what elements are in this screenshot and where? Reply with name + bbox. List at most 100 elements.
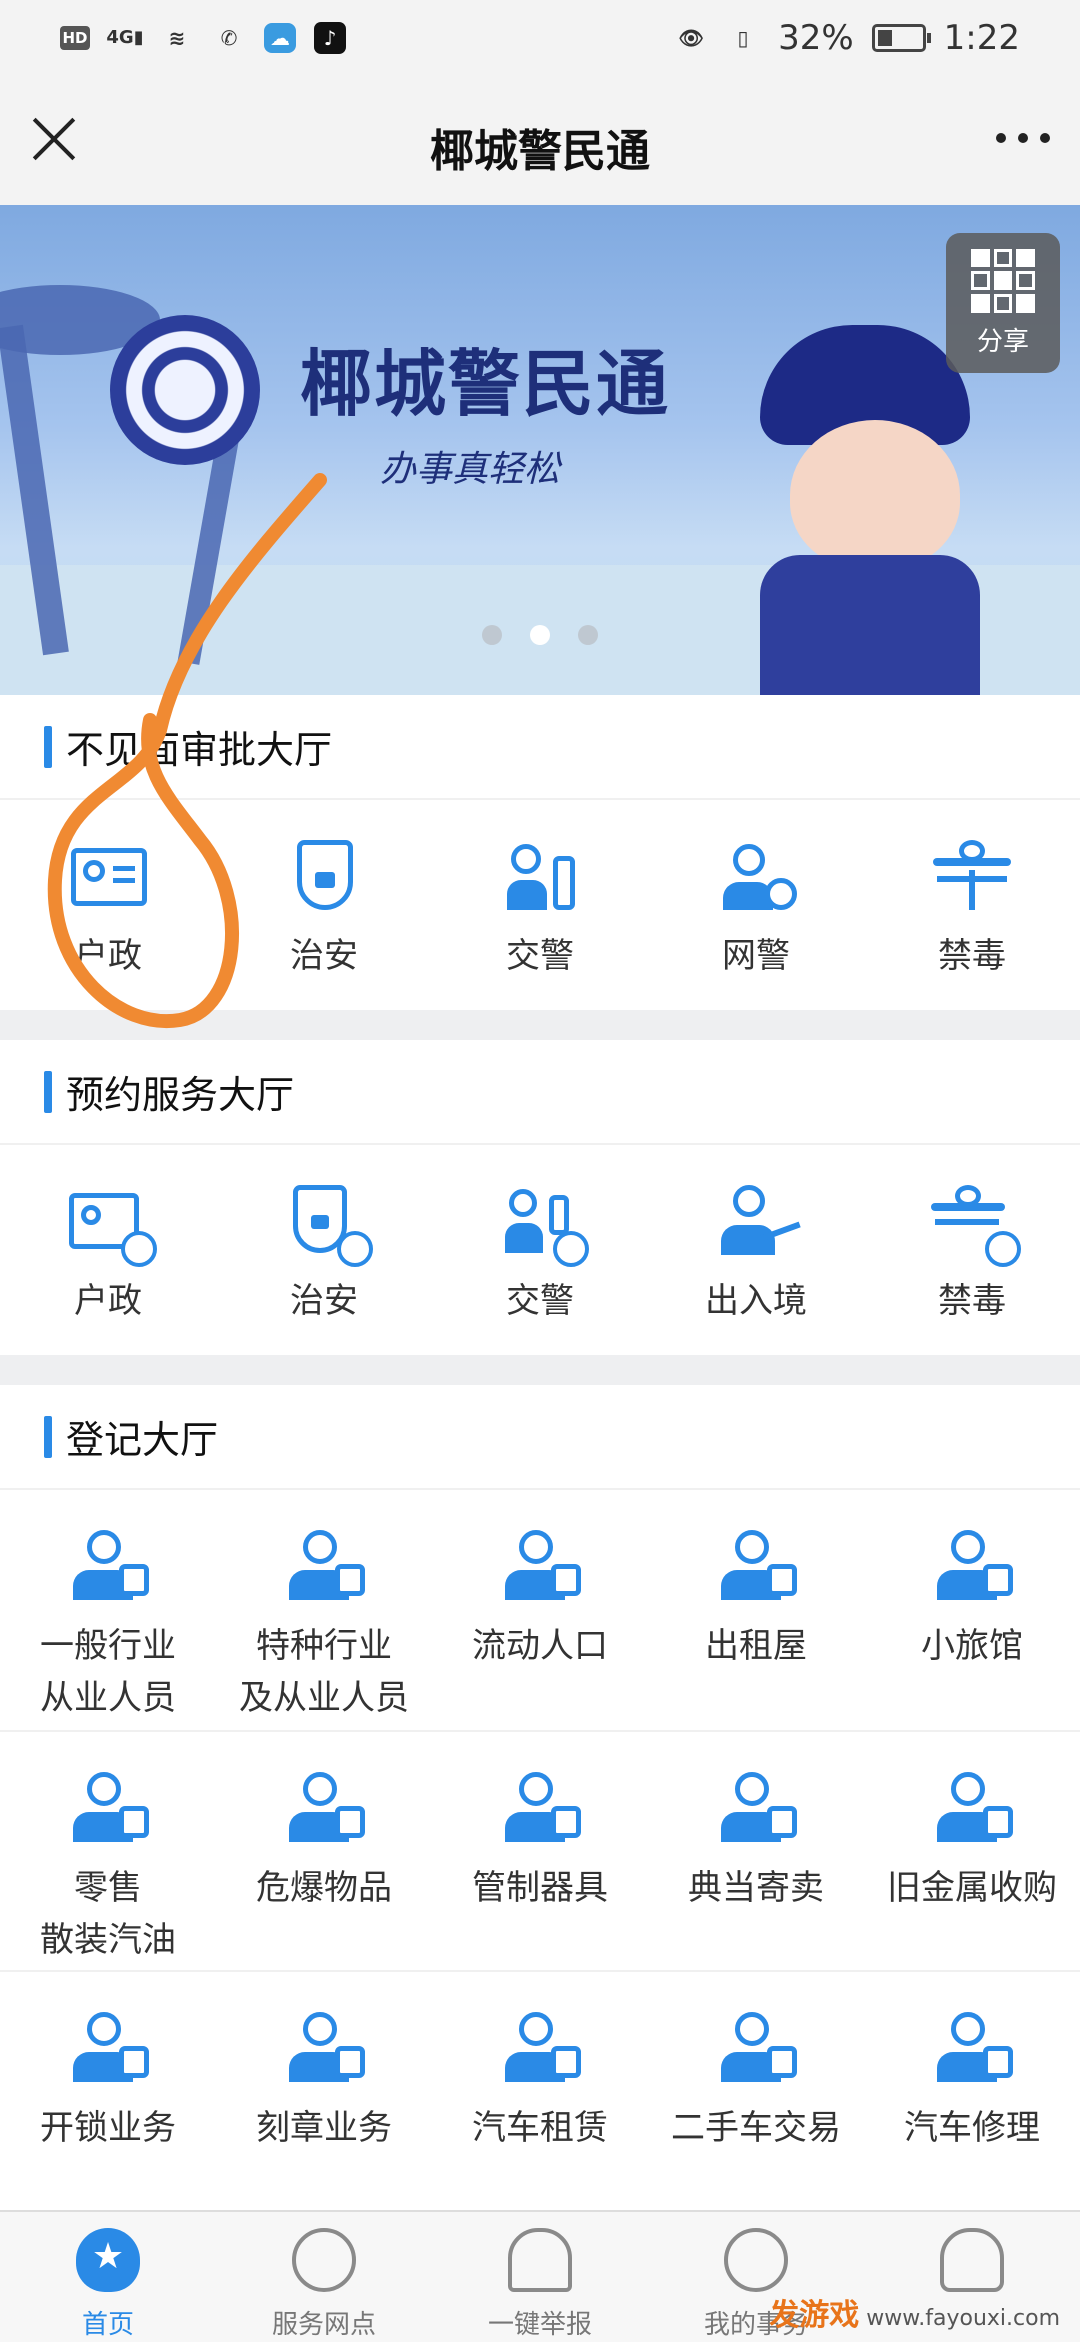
registration-item[interactable]: 汽车租赁	[432, 1970, 648, 2210]
scrap-metal-icon	[929, 1772, 1015, 1848]
missed-call-icon: ✆	[220, 25, 238, 50]
cyber-police-icon	[713, 840, 799, 916]
signal-icon: 4G ▮	[106, 27, 144, 48]
stamp-icon	[281, 2012, 367, 2088]
anti-drug-clock-icon	[929, 1185, 1021, 1267]
more-icon[interactable]	[996, 133, 1050, 143]
traffic-police-icon	[497, 840, 583, 916]
appointment-item-exit-entry[interactable]: 出入境	[648, 1145, 864, 1327]
tiktok-app-icon: ♪	[314, 21, 346, 54]
service-label: 汽车修理	[904, 2108, 1040, 2148]
service-label: 流动人口	[472, 1626, 608, 1666]
tab-report[interactable]: 一键举报	[432, 2212, 648, 2342]
section-title: 不见面审批大厅	[66, 728, 333, 772]
battery-icon	[871, 23, 931, 52]
registration-item[interactable]: 一般行业 从业人员	[0, 1490, 216, 1730]
car-repair-icon	[929, 2012, 1015, 2088]
service-item-household[interactable]: 户政	[0, 800, 216, 982]
service-label: 二手车交易	[671, 2108, 841, 2148]
service-label: 交警	[506, 1281, 574, 1321]
service-label: 管制器具	[472, 1868, 608, 1908]
registration-item[interactable]: 刻章业务	[216, 1970, 432, 2210]
car-rental-icon	[497, 2012, 583, 2088]
vibrate-icon: ▯	[737, 25, 749, 50]
watermark-brand: 发游戏	[769, 2298, 860, 2333]
service-label: 特种行业 及从业人员	[239, 1626, 409, 1718]
top-bar: 椰城警民通	[0, 75, 1080, 205]
carousel-dots	[0, 625, 1080, 645]
home-shield-icon	[76, 2228, 140, 2292]
service-label: 零售 散装汽油	[40, 1868, 176, 1960]
shield-clock-icon	[281, 1185, 373, 1267]
police-emblem-image	[110, 315, 260, 465]
watermark-site: www.fayouxi.com	[866, 2306, 1060, 2331]
section-header: 预约服务大厅	[0, 1040, 1080, 1145]
watermark: 发游戏 www.fayouxi.com	[769, 2290, 1060, 2334]
service-label: 出租屋	[705, 1626, 807, 1666]
service-label: 开锁业务	[40, 2108, 176, 2148]
section-header: 不见面审批大厅	[0, 695, 1080, 800]
compass-icon	[724, 2228, 788, 2292]
gas-pump-icon	[65, 1772, 151, 1848]
share-button[interactable]: 分享	[946, 233, 1060, 373]
service-item-cyber-police[interactable]: 网警	[648, 800, 864, 982]
tab-label: 首页	[81, 2310, 134, 2340]
mobile-population-icon	[497, 1530, 583, 1606]
service-label: 禁毒	[938, 1281, 1006, 1321]
service-label: 旧金属收购	[887, 1868, 1057, 1908]
registration-item[interactable]: 小旅馆	[864, 1490, 1080, 1730]
registration-item[interactable]: 典当寄卖	[648, 1730, 864, 1970]
status-bar: HD 4G ▮ ≋ ✆ ☁ ♪ 👁 ▯ 32% 1:22	[0, 0, 1080, 75]
appointment-item-household[interactable]: 户政	[0, 1145, 216, 1327]
registration-item[interactable]: 流动人口	[432, 1490, 648, 1730]
battery-percent: 32%	[778, 17, 854, 58]
registration-item[interactable]: 危爆物品	[216, 1730, 432, 1970]
registration-item[interactable]: 出租屋	[648, 1490, 864, 1730]
service-label: 危爆物品	[256, 1868, 392, 1908]
appointment-item-traffic-police[interactable]: 交警	[432, 1145, 648, 1327]
hd-icon: HD	[60, 25, 90, 50]
service-label: 刻章业务	[256, 2108, 392, 2148]
section-no-meeting-approval: 不见面审批大厅 户政 治安 交警 网警 禁毒	[0, 695, 1080, 1010]
cloud-app-icon: ☁	[264, 22, 296, 53]
appointment-item-public-security[interactable]: 治安	[216, 1145, 432, 1327]
service-item-public-security[interactable]: 治安	[216, 800, 432, 982]
registration-item[interactable]: 特种行业 及从业人员	[216, 1490, 432, 1730]
service-label: 户政	[74, 1281, 142, 1321]
carousel-dot[interactable]	[482, 625, 502, 645]
tab-label: 服务网点	[271, 2310, 376, 2340]
banner-title: 椰城警民通	[300, 341, 671, 426]
traffic-police-clock-icon	[497, 1185, 589, 1267]
carousel-dot[interactable]	[578, 625, 598, 645]
service-label: 小旅馆	[921, 1626, 1023, 1666]
section-title: 预约服务大厅	[66, 1073, 295, 1117]
service-item-anti-drug[interactable]: 禁毒	[864, 800, 1080, 982]
section-header: 登记大厅	[0, 1385, 1080, 1490]
qr-code-icon	[971, 248, 1035, 313]
registration-item[interactable]: 开锁业务	[0, 1970, 216, 2210]
registration-item[interactable]: 管制器具	[432, 1730, 648, 1970]
tab-home[interactable]: 首页	[0, 2212, 216, 2342]
airplane-officer-icon	[713, 1185, 801, 1261]
banner-slogan: 办事真轻松	[380, 449, 561, 490]
service-item-traffic-police[interactable]: 交警	[432, 800, 648, 982]
wifi-icon: ≋	[168, 25, 186, 50]
registration-item[interactable]: 汽车修理	[864, 1970, 1080, 2210]
tab-service-points[interactable]: 服务网点	[216, 2212, 432, 2342]
banner-carousel[interactable]: 椰城警民通 办事真轻松 分享	[0, 205, 1080, 695]
service-label: 治安	[290, 936, 358, 976]
anti-drug-icon	[929, 840, 1015, 916]
service-label: 禁毒	[938, 936, 1006, 976]
id-card-icon	[65, 840, 151, 916]
page-title: 椰城警民通	[430, 126, 650, 177]
registration-item[interactable]: 零售 散装汽油	[0, 1730, 216, 1970]
registration-item[interactable]: 旧金属收购	[864, 1730, 1080, 1970]
shield-lock-icon	[281, 840, 367, 916]
service-label: 治安	[290, 1281, 358, 1321]
carousel-dot-active[interactable]	[530, 625, 550, 645]
rental-house-icon	[713, 1530, 799, 1606]
registration-item[interactable]: 二手车交易	[648, 1970, 864, 2210]
skull-icon	[281, 1772, 367, 1848]
section-registration-hall: 登记大厅 一般行业 从业人员 特种行业 及从业人员 流动人口 出租屋 小旅馆零售 散装汽…	[0, 1385, 1080, 2210]
appointment-item-anti-drug[interactable]: 禁毒	[864, 1145, 1080, 1327]
